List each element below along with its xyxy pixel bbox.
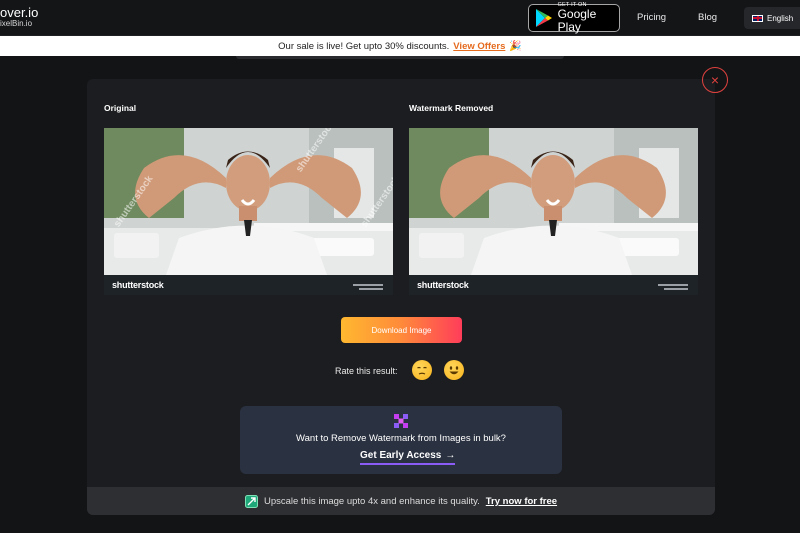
get-early-access-label: Get Early Access: [360, 450, 442, 461]
nav-blog-link[interactable]: Blog: [698, 12, 717, 23]
google-play-button[interactable]: GET IT ON Google Play: [528, 2, 620, 34]
upscale-icon: [244, 494, 258, 508]
view-offers-link[interactable]: View Offers: [453, 41, 505, 52]
get-early-access-link[interactable]: Get Early Access →: [360, 450, 456, 465]
watermark-brand: shutterstock: [112, 280, 164, 290]
nav-pricing-link[interactable]: Pricing: [637, 12, 666, 23]
watermark-meta: [658, 282, 688, 290]
original-label: Original: [104, 103, 137, 113]
site-logo[interactable]: over.io ixelBin.io: [0, 6, 38, 28]
language-selector[interactable]: English: [744, 7, 800, 29]
watermark-removed-image: shutterstock: [409, 128, 698, 295]
language-label: English: [767, 13, 794, 23]
top-navbar: over.io ixelBin.io GET IT ON Google Play…: [0, 0, 800, 36]
sale-banner-text: Our sale is live! Get upto 30% discounts…: [278, 40, 450, 52]
logo-title: over.io: [0, 5, 39, 20]
watermark-meta: [353, 282, 383, 290]
uk-flag-icon: [752, 14, 763, 22]
background-panel-edge: [236, 56, 564, 59]
try-now-link[interactable]: Try now for free: [486, 496, 557, 507]
google-play-label: Google Play: [557, 7, 597, 34]
download-image-button[interactable]: Download Image: [341, 317, 462, 343]
party-icon: 🎉: [509, 40, 522, 52]
watermark-brand: shutterstock: [417, 280, 469, 290]
sad-face-icon[interactable]: [412, 360, 432, 380]
google-play-icon: [533, 4, 556, 32]
logo-subtitle: ixelBin.io: [0, 19, 33, 28]
arrow-right-icon: →: [445, 450, 456, 461]
original-image: shutterstock shutterstock shutterstock s…: [104, 128, 393, 295]
upscale-text: Upscale this image upto 4x and enhance i…: [263, 495, 480, 507]
close-icon[interactable]: ×: [702, 67, 728, 93]
bulk-icon: [394, 414, 408, 428]
sale-banner: Our sale is live! Get upto 30% discounts…: [0, 36, 800, 56]
watermark-removed-label: Watermark Removed: [409, 103, 494, 113]
bulk-promo-card: Want to Remove Watermark from Images in …: [240, 406, 562, 474]
watermark-footer: shutterstock: [104, 275, 393, 295]
rate-result-label: Rate this result:: [335, 366, 398, 376]
upscale-promo-bar: Upscale this image upto 4x and enhance i…: [87, 487, 715, 515]
watermark-footer: shutterstock: [409, 275, 698, 295]
smile-face-icon[interactable]: [444, 360, 464, 380]
bulk-promo-text: Want to Remove Watermark from Images in …: [296, 433, 506, 444]
